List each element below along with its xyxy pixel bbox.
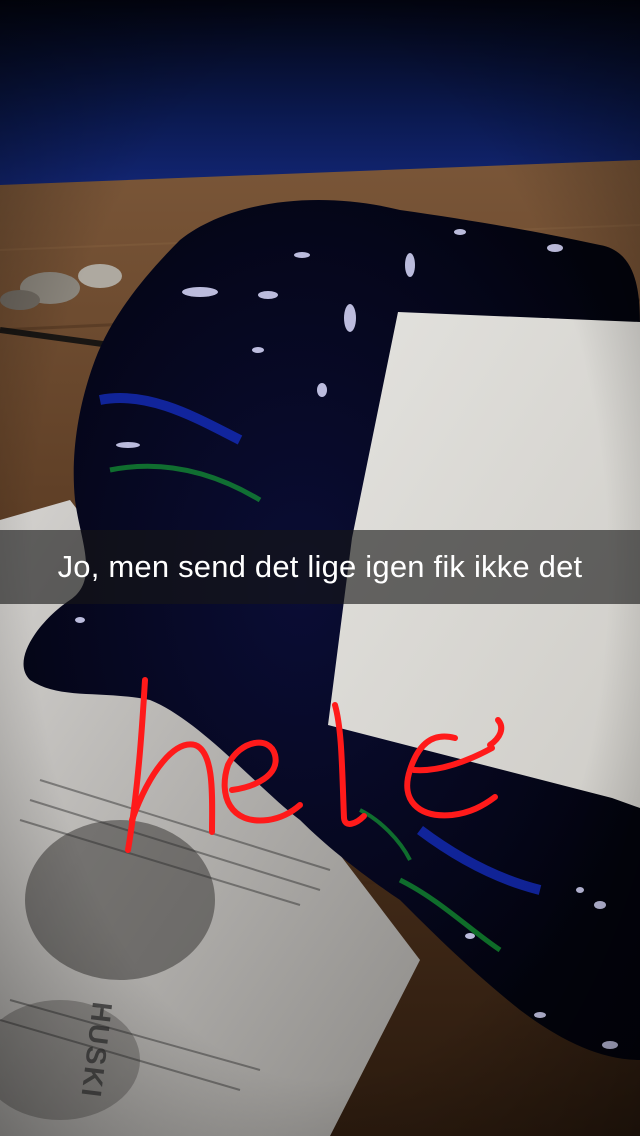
caption-text: Jo, men send det lige igen fik ikke det	[57, 549, 583, 584]
snap-view[interactable]: HUSKI Jo, men send det lige igen fik ikk…	[0, 0, 640, 1136]
caption-bar[interactable]: Jo, men send det lige igen fik ikke det	[0, 530, 640, 604]
